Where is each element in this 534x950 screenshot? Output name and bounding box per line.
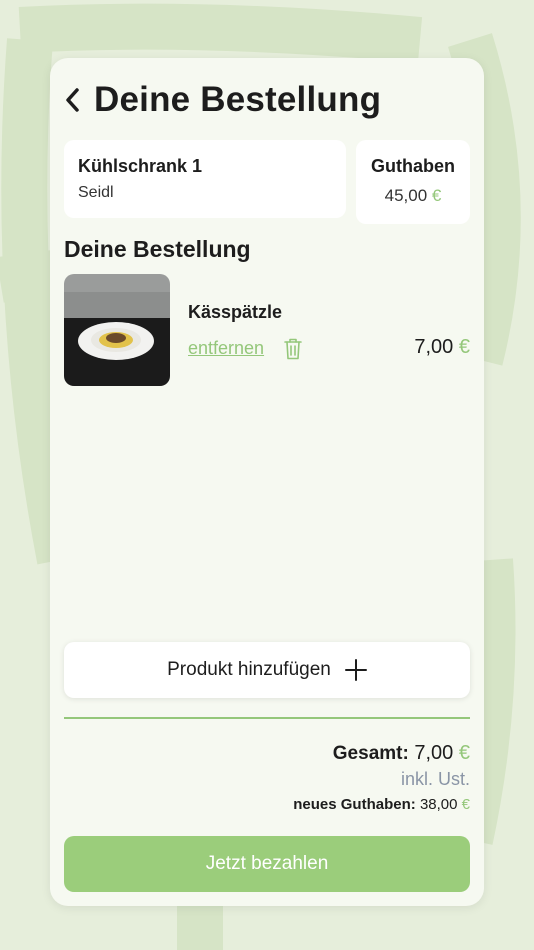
item-name: Kässpätzle bbox=[188, 302, 283, 322]
fridge-name: Kühlschrank 1 bbox=[78, 156, 203, 176]
euro-symbol: € bbox=[431, 186, 442, 205]
plus-icon bbox=[344, 659, 367, 681]
header: Deine Bestellung bbox=[64, 80, 381, 120]
total-value: 7,00 bbox=[414, 742, 454, 764]
add-product-button[interactable]: Produkt hinzufügen bbox=[64, 642, 470, 698]
page-title: Deine Bestellung bbox=[94, 80, 382, 119]
fridge-location: Seidl bbox=[78, 184, 114, 201]
credit-amount: 45,00 bbox=[384, 186, 428, 205]
order-section-title: Deine Bestellung bbox=[64, 236, 251, 262]
euro-symbol: € bbox=[458, 336, 470, 358]
order-card: Deine Bestellung Kühlschrank 1 Seidl Gut… bbox=[50, 58, 484, 906]
pay-button-label: Jetzt bezahlen bbox=[205, 853, 329, 874]
order-item: Kässpätzle entfernen 7,00 € bbox=[64, 274, 470, 386]
chevron-left-icon bbox=[66, 88, 79, 112]
add-product-label: Produkt hinzufügen bbox=[167, 659, 331, 680]
credit-value: 45,00 € bbox=[356, 186, 470, 206]
item-price-value: 7,00 bbox=[414, 336, 454, 358]
credit-info: Guthaben 45,00 € bbox=[356, 140, 470, 224]
fridge-info: Kühlschrank 1 Seidl bbox=[64, 140, 346, 218]
item-price: 7,00 € bbox=[414, 336, 470, 359]
remove-link[interactable]: entfernen bbox=[188, 338, 264, 359]
order-summary: Gesamt: 7,00 € inkl. Ust. neues Guthaben… bbox=[293, 742, 470, 813]
euro-symbol: € bbox=[458, 742, 470, 764]
total-line: Gesamt: 7,00 € bbox=[293, 742, 470, 765]
total-label: Gesamt: bbox=[332, 743, 409, 764]
back-button[interactable] bbox=[64, 80, 90, 120]
new-credit-value: 38,00 bbox=[419, 796, 458, 813]
tax-note: inkl. Ust. bbox=[400, 769, 470, 789]
pay-button[interactable]: Jetzt bezahlen bbox=[64, 836, 470, 892]
divider bbox=[64, 717, 470, 719]
euro-symbol: € bbox=[461, 796, 470, 813]
dish-photo bbox=[64, 274, 170, 386]
credit-label: Guthaben bbox=[371, 156, 455, 176]
trash-icon[interactable] bbox=[284, 338, 302, 360]
new-credit-line: neues Guthaben: 38,00 € bbox=[293, 796, 470, 813]
new-credit-label: neues Guthaben: bbox=[293, 796, 416, 813]
